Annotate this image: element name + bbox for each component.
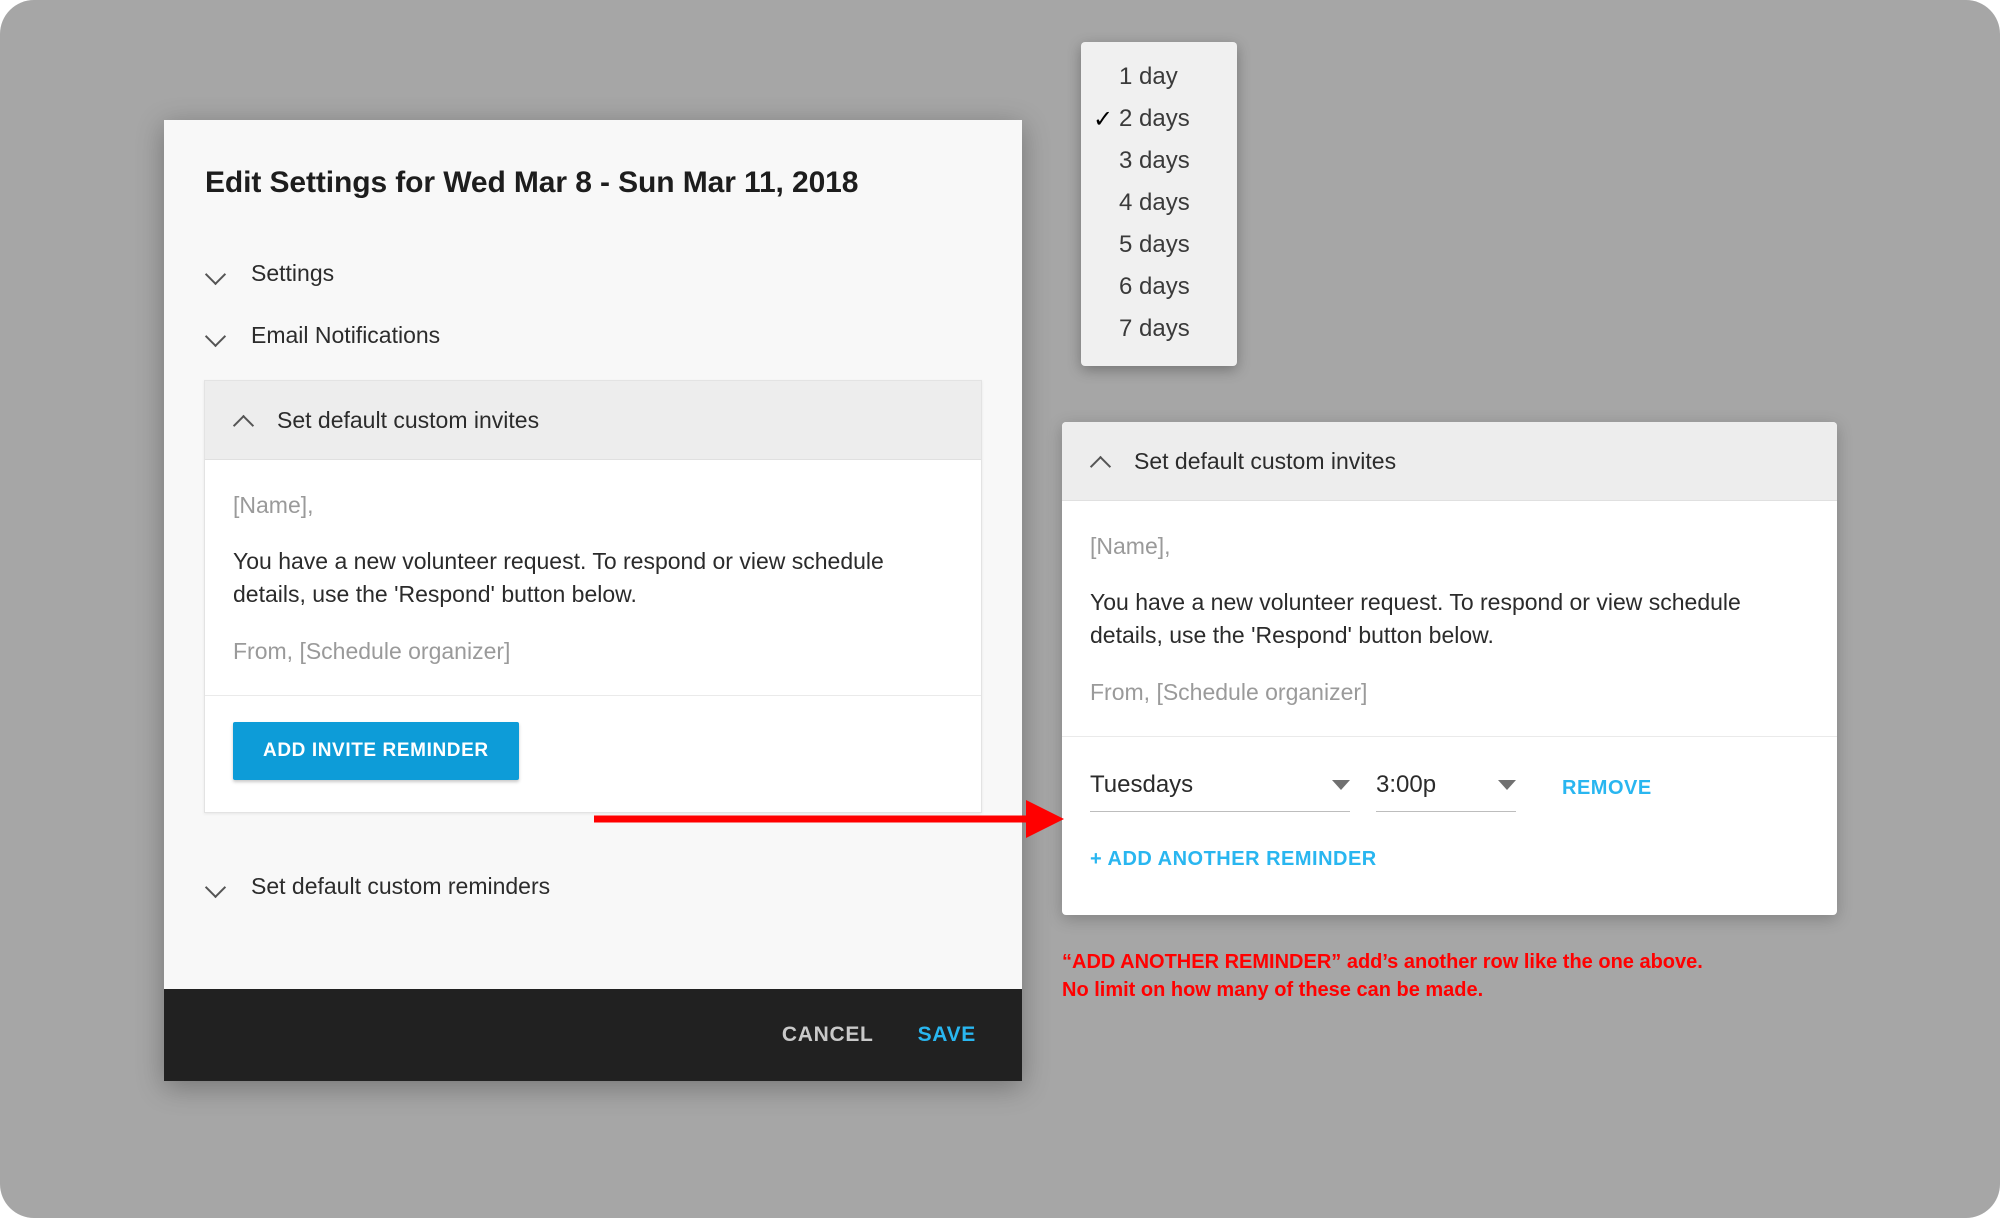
save-button[interactable]: SAVE — [918, 1023, 976, 1047]
accordion-settings[interactable]: Settings — [164, 242, 1022, 304]
reminder-day-value: Tuesdays — [1090, 771, 1194, 799]
chevron-down-icon — [1498, 780, 1516, 791]
right-panel-title: Set default custom invites — [1134, 447, 1397, 474]
right-panel-header[interactable]: Set default custom invites — [1062, 422, 1837, 501]
chevron-up-icon — [233, 409, 255, 431]
dropdown-item-4-days[interactable]: 4 days — [1081, 182, 1237, 224]
custom-invites-panel-header[interactable]: Set default custom invites — [205, 381, 981, 460]
chevron-up-icon — [1090, 450, 1112, 472]
add-another-reminder-button[interactable]: + ADD ANOTHER REMINDER — [1062, 812, 1377, 915]
annotation-line-2: No limit on how many of these can be mad… — [1062, 979, 1484, 1002]
add-invite-reminder-button[interactable]: ADD INVITE REMINDER — [233, 722, 519, 781]
accordion-settings-label: Settings — [251, 259, 335, 286]
dropdown-item-label: 2 days — [1119, 105, 1190, 132]
annotation-text: “ADD ANOTHER REMINDER” add’s another row… — [1062, 948, 1703, 1005]
accordion-custom-reminders[interactable]: Set default custom reminders — [164, 855, 1022, 917]
invite-greeting: [Name], — [233, 492, 314, 518]
cancel-button[interactable]: CANCEL — [782, 1023, 874, 1047]
custom-invites-panel: Set default custom invites [Name], You h… — [204, 380, 982, 814]
right-invite-message-text: You have a new volunteer request. To res… — [1090, 589, 1741, 648]
screenshot-canvas: Edit Settings for Wed Mar 8 - Sun Mar 11… — [0, 0, 2000, 1218]
dropdown-item-6-days[interactable]: 6 days — [1081, 266, 1237, 308]
reminder-time-value: 3:00p — [1376, 771, 1437, 799]
right-invite-signature: From, [Schedule organizer] — [1090, 679, 1368, 706]
accordion-email-notifications[interactable]: Email Notifications — [164, 304, 1022, 366]
dropdown-item-label: 3 days — [1119, 147, 1190, 174]
dropdown-item-label: 1 day — [1119, 63, 1178, 90]
dropdown-item-7-days[interactable]: 7 days — [1081, 308, 1237, 350]
custom-invites-panel-title: Set default custom invites — [277, 406, 540, 433]
reminder-time-select[interactable]: 3:00p — [1376, 771, 1516, 813]
dropdown-item-2-days[interactable]: ✓ 2 days — [1081, 98, 1237, 140]
reminder-row: Tuesdays 3:00p REMOVE — [1062, 737, 1837, 813]
dialog-footer: CANCEL SAVE — [164, 989, 1022, 1082]
accordion-custom-reminders-label: Set default custom reminders — [251, 872, 551, 899]
page-title: Edit Settings for Wed Mar 8 - Sun Mar 11… — [205, 166, 859, 199]
right-invite-message-body: [Name], You have a new volunteer request… — [1062, 501, 1837, 738]
remove-reminder-button[interactable]: REMOVE — [1562, 777, 1652, 812]
check-icon: ✓ — [1093, 105, 1114, 133]
custom-invites-panel-footer: ADD INVITE REMINDER — [205, 696, 981, 812]
edit-settings-dialog: Edit Settings for Wed Mar 8 - Sun Mar 11… — [164, 120, 1022, 1082]
reminder-day-select[interactable]: Tuesdays — [1090, 771, 1350, 813]
dropdown-item-1-day[interactable]: 1 day — [1081, 56, 1237, 98]
days-dropdown-menu[interactable]: 1 day ✓ 2 days 3 days 4 days 5 days 6 da… — [1081, 42, 1237, 366]
chevron-down-icon — [205, 875, 227, 897]
chevron-down-icon — [205, 262, 227, 284]
invite-message-text: You have a new volunteer request. To res… — [233, 548, 884, 607]
invite-message-body: [Name], You have a new volunteer request… — [205, 460, 981, 697]
annotation-line-1: “ADD ANOTHER REMINDER” add’s another row… — [1062, 951, 1703, 973]
dropdown-item-label: 7 days — [1119, 315, 1190, 342]
dropdown-item-label: 5 days — [1119, 231, 1190, 258]
invite-signature: From, [Schedule organizer] — [233, 638, 511, 665]
dropdown-item-5-days[interactable]: 5 days — [1081, 224, 1237, 266]
chevron-down-icon — [1332, 780, 1350, 791]
custom-invites-expanded-panel: Set default custom invites [Name], You h… — [1062, 422, 1837, 916]
dropdown-item-3-days[interactable]: 3 days — [1081, 140, 1237, 182]
accordion-email-notifications-label: Email Notifications — [251, 321, 441, 348]
dropdown-item-label: 6 days — [1119, 273, 1190, 300]
dropdown-item-label: 4 days — [1119, 189, 1190, 216]
chevron-down-icon — [205, 324, 227, 346]
right-invite-greeting: [Name], — [1090, 533, 1171, 559]
